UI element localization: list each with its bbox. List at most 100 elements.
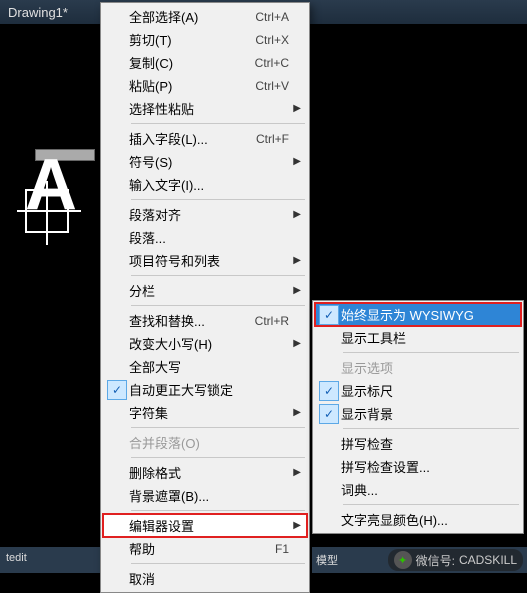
menu-item[interactable]: 选择性粘贴▶ [103,97,307,120]
crosshair-cursor [25,189,69,233]
menu-shortcut: Ctrl+F [256,132,289,146]
menu-separator [131,427,305,428]
menu-item[interactable]: 改变大小写(H)▶ [103,332,307,355]
menu-item[interactable]: 段落... [103,226,307,249]
menu-item[interactable]: 复制(C)Ctrl+C [103,51,307,74]
menu-item-label: 合并段落(O) [129,433,289,452]
menu-separator [131,510,305,511]
menu-item-label: 插入字段(L)... [129,129,248,148]
check-icon: ✓ [319,381,339,401]
menu-item-label: 始终显示为 WYSIWYG [341,305,503,324]
menu-item-label: 拼写检查 [341,434,503,453]
menu-item-label: 显示背景 [341,404,503,423]
menu-item[interactable]: 拼写检查 [315,432,521,455]
menu-item[interactable]: ✓自动更正大写锁定 [103,378,307,401]
menu-item-label: 粘贴(P) [129,76,247,95]
check-column: ✓ [317,305,341,325]
submenu-arrow-icon: ▶ [289,467,301,478]
menu-item-label: 段落... [129,228,289,247]
menu-item[interactable]: 取消 [103,567,307,590]
menu-item[interactable]: 字符集▶ [103,401,307,424]
menu-item[interactable]: 全部选择(A) Ctrl+A [103,5,307,28]
model-tab[interactable]: 模型 [316,552,338,568]
menu-separator [131,199,305,200]
submenu-arrow-icon: ▶ [289,255,301,266]
check-column: ✓ [317,381,341,401]
menu-item[interactable]: 拼写检查设置... [315,455,521,478]
menu-shortcut: Ctrl+A [255,10,289,24]
menu-item[interactable]: 文字亮显颜色(H)... [315,508,521,531]
menu-item-label: 选择性粘贴 [129,99,289,118]
submenu-arrow-icon: ▶ [289,209,301,220]
menu-item[interactable]: 符号(S)▶ [103,150,307,173]
menu-item-label: 字符集 [129,403,289,422]
document-title: Drawing1* [8,5,68,20]
menu-item-label: 全部大写 [129,357,289,376]
menu-item[interactable]: 插入字段(L)... Ctrl+F [103,127,307,150]
submenu-arrow-icon: ▶ [289,103,301,114]
submenu-arrow-icon: ▶ [289,285,301,296]
menu-shortcut: Ctrl+R [255,314,289,328]
menu-item-label: 显示选项 [341,358,503,377]
menu-item[interactable]: 全部大写 [103,355,307,378]
menu-separator [131,563,305,564]
context-menu: 全部选择(A)Ctrl+A剪切(T)Ctrl+X复制(C)Ctrl+C粘贴(P)… [100,2,310,593]
menu-item-label: 编辑器设置 [129,516,289,535]
menu-separator [131,275,305,276]
menu-item-label: 项目符号和列表 [129,251,289,270]
menu-shortcut: Ctrl+V [255,79,289,93]
wechat-icon: ✦ [394,551,412,569]
menu-item[interactable]: 剪切(T) Ctrl+X [103,28,307,51]
menu-item[interactable]: 显示工具栏 [315,326,521,349]
menu-item[interactable]: 粘贴(P) Ctrl+V [103,74,307,97]
menu-separator [343,352,519,353]
menu-item-label: 分栏 [129,281,289,300]
menu-item-label: 词典... [341,480,503,499]
menu-item-label: 背景遮罩(B)... [129,486,289,505]
check-column: ✓ [105,380,129,400]
command-status: tedit [0,547,100,573]
menu-item-label: 文字亮显颜色(H)... [341,510,503,529]
menu-separator [131,457,305,458]
menu-item[interactable]: 段落对齐▶ [103,203,307,226]
menu-item[interactable]: 帮助 F1 [103,537,307,560]
menu-item[interactable]: 输入文字(I)... [103,173,307,196]
menu-item-label: 自动更正大写锁定 [129,380,289,399]
submenu-arrow-icon: ▶ [289,338,301,349]
wechat-watermark: ✦ 微信号: CADSKILL [388,549,523,571]
check-icon: ✓ [107,380,127,400]
menu-item-label: 帮助 [129,539,267,558]
menu-item-label: 显示标尺 [341,381,503,400]
menu-shortcut: F1 [275,542,289,556]
menu-shortcut: Ctrl+X [255,33,289,47]
menu-item[interactable]: ✓始终显示为 WYSIWYG [315,303,521,326]
menu-item[interactable]: 背景遮罩(B)... [103,484,307,507]
menu-item: 合并段落(O) [103,431,307,454]
menu-item-label: 段落对齐 [129,205,289,224]
menu-item[interactable]: 项目符号和列表▶ [103,249,307,272]
menu-item[interactable]: ✓显示标尺 [315,379,521,402]
menu-item-label: 取消 [129,569,289,588]
menu-item[interactable]: 删除格式▶ [103,461,307,484]
menu-separator [131,305,305,306]
check-column: ✓ [317,404,341,424]
submenu-arrow-icon: ▶ [289,156,301,167]
menu-item-label: 全部选择(A) [129,7,247,26]
wechat-handle: CADSKILL [459,553,517,567]
menu-item-label: 显示工具栏 [341,328,503,347]
submenu-arrow-icon: ▶ [289,520,301,531]
menu-item[interactable]: ✓显示背景 [315,402,521,425]
menu-item[interactable]: 查找和替换... Ctrl+R [103,309,307,332]
menu-item[interactable]: 分栏▶ [103,279,307,302]
menu-item-label: 符号(S) [129,152,289,171]
menu-item[interactable]: 编辑器设置▶ [103,514,307,537]
menu-item-label: 改变大小写(H) [129,334,289,353]
check-icon: ✓ [319,404,339,424]
menu-item[interactable]: 词典... [315,478,521,501]
menu-item-label: 查找和替换... [129,311,247,330]
drawing-canvas: A [0,24,100,573]
menu-item-label: 输入文字(I)... [129,175,289,194]
menu-separator [343,504,519,505]
menu-item-label: 剪切(T) [129,30,247,49]
wechat-prefix: 微信号: [416,552,455,569]
